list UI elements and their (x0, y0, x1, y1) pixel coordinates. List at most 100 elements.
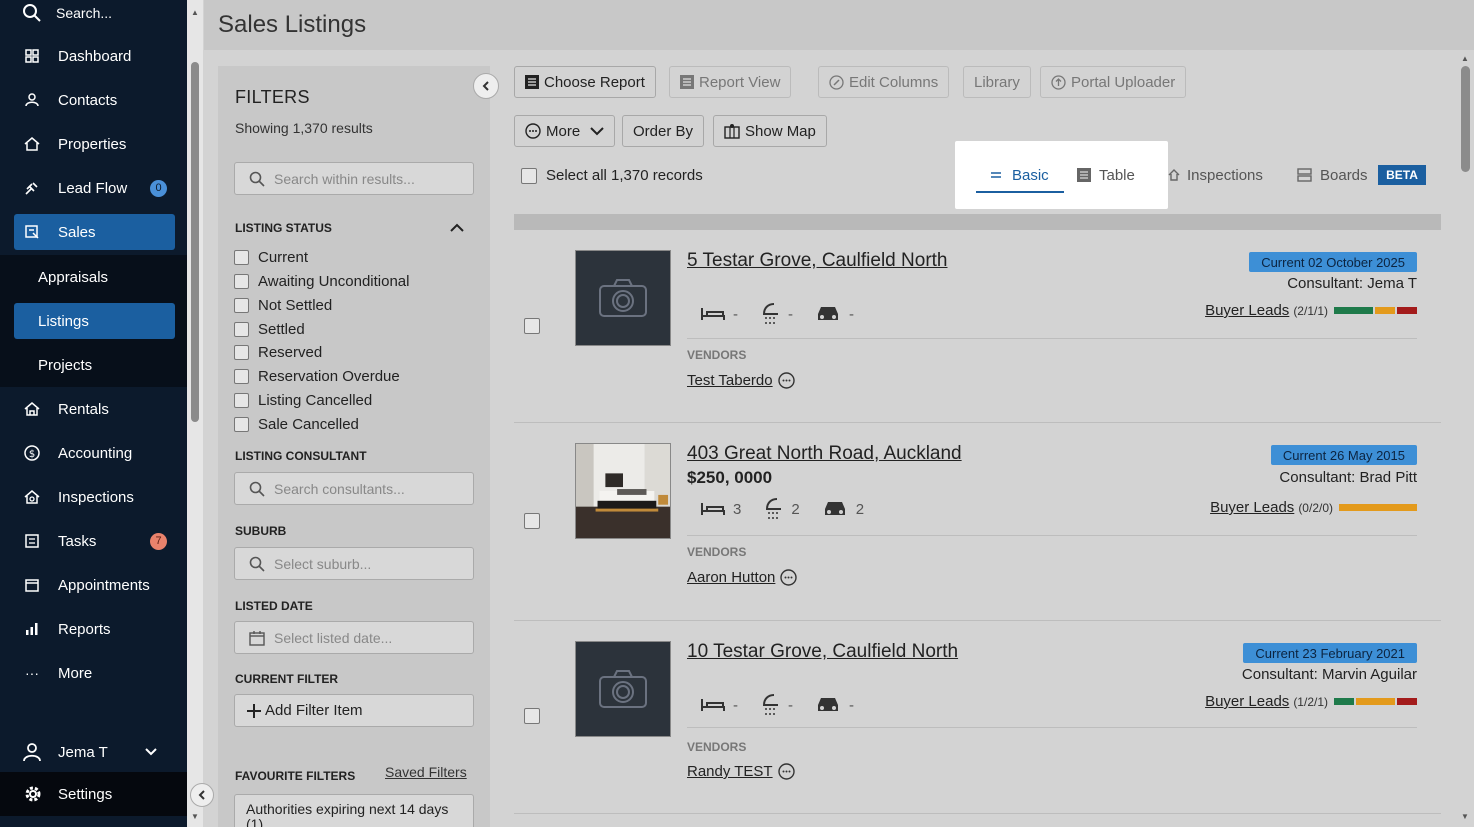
listing-address-link[interactable]: 5 Testar Grove, Caulfield North (687, 250, 948, 272)
scroll-up-arrow-icon[interactable]: ▲ (191, 8, 199, 17)
user-menu[interactable]: Jema T (0, 734, 187, 770)
nav-item-appointments[interactable]: Appointments (14, 567, 175, 603)
library-label: Library (974, 73, 1020, 91)
status-reserved[interactable]: Reserved (234, 344, 322, 361)
listing-card[interactable]: 10 Testar Grove, Caulfield North - - - V… (514, 621, 1441, 814)
listing-photo-placeholder[interactable] (575, 641, 671, 737)
view-switcher-highlight (955, 141, 1168, 209)
report-view-button[interactable]: Report View (669, 66, 792, 98)
listing-consultant-heading: LISTING CONSULTANT (235, 449, 367, 463)
add-filter-item-button[interactable]: Add Filter Item (234, 694, 474, 727)
saved-filters-link[interactable]: Saved Filters (385, 764, 467, 780)
show-map-button[interactable]: Show Map (713, 115, 827, 147)
listing-checkbox[interactable] (524, 708, 540, 724)
status-awaiting-unconditional[interactable]: Awaiting Unconditional (234, 273, 410, 290)
listing-card[interactable]: 5 Testar Grove, Caulfield North - - - VE… (514, 230, 1441, 423)
nav-item-more[interactable]: ··· More (14, 655, 175, 691)
scroll-down-arrow-icon[interactable]: ▼ (191, 812, 199, 821)
order-by-button[interactable]: Order By (622, 115, 705, 147)
checkbox[interactable] (234, 274, 249, 289)
settings-button[interactable]: Settings (0, 772, 187, 816)
checkbox[interactable] (234, 369, 249, 384)
nav-scrollbar-thumb[interactable] (191, 62, 199, 422)
buyer-leads[interactable]: Buyer Leads (1/2/1) (1205, 693, 1419, 710)
status-sale-cancelled[interactable]: Sale Cancelled (234, 416, 359, 433)
nav-sub-appraisals[interactable]: Appraisals (14, 259, 175, 295)
select-all-records[interactable]: Select all 1,370 records (521, 167, 703, 184)
checkbox[interactable] (234, 393, 249, 408)
ellipsis-circle-icon[interactable] (780, 569, 798, 586)
buyer-leads[interactable]: Buyer Leads (0/2/0) (1210, 499, 1419, 516)
baths-value: - (788, 696, 793, 714)
nav-search[interactable]: Search... (0, 0, 187, 26)
tab-basic[interactable]: Basic (990, 160, 1049, 190)
nav-collapse-button[interactable] (190, 783, 214, 807)
consultant-search-input[interactable]: Search consultants... (234, 472, 474, 505)
listed-date-picker[interactable]: Select listed date... (234, 621, 474, 654)
buyer-leads-link[interactable]: Buyer Leads (1205, 693, 1289, 710)
tab-boards[interactable]: Boards (1297, 160, 1368, 190)
more-dropdown[interactable]: More (514, 115, 616, 147)
tab-table[interactable]: Table (1077, 160, 1135, 190)
listing-checkbox[interactable] (524, 318, 540, 334)
nav-scrollbar[interactable]: ▲ ▼ (187, 0, 203, 827)
listing-photo[interactable] (575, 443, 671, 539)
checkbox[interactable] (234, 298, 249, 313)
status-current[interactable]: Current (234, 249, 308, 266)
buyer-leads[interactable]: Buyer Leads (2/1/1) (1205, 302, 1419, 319)
nav-item-accounting[interactable]: $ Accounting (14, 435, 175, 471)
select-all-checkbox[interactable] (521, 167, 537, 184)
status-not-settled[interactable]: Not Settled (234, 297, 332, 314)
library-button[interactable]: Library (963, 66, 1031, 98)
main-scrollbar[interactable]: ▲ ▼ (1457, 50, 1474, 827)
nav-item-lead-flow[interactable]: Lead Flow 0 (14, 170, 175, 206)
consultant-label: Consultant: Brad Pitt (1279, 469, 1417, 486)
choose-report-button[interactable]: Choose Report (514, 66, 656, 98)
nav-item-label: Accounting (58, 444, 133, 462)
nav-item-reports[interactable]: Reports (14, 611, 175, 647)
listing-card[interactable]: 403 Great North Road, Auckland $250, 000… (514, 423, 1441, 621)
listing-checkbox[interactable] (524, 513, 540, 529)
nav-sub-listings[interactable]: Listings (14, 303, 175, 339)
buyer-leads-link[interactable]: Buyer Leads (1205, 302, 1289, 319)
nav-sub-projects[interactable]: Projects (14, 347, 175, 383)
nav-item-contacts[interactable]: Contacts (14, 82, 175, 118)
listing-address-link[interactable]: 10 Testar Grove, Caulfield North (687, 641, 958, 663)
filters-collapse-button[interactable] (473, 73, 499, 99)
nav-item-properties[interactable]: Properties (14, 126, 175, 162)
edit-columns-button[interactable]: Edit Columns (818, 66, 950, 98)
chevron-up-icon[interactable] (450, 223, 464, 233)
checkbox[interactable] (234, 250, 249, 265)
status-reservation-overdue[interactable]: Reservation Overdue (234, 368, 400, 385)
checkbox[interactable] (234, 322, 249, 337)
suburb-select[interactable]: Select suburb... (234, 547, 474, 580)
nav-item-inspections[interactable]: Inspections (14, 479, 175, 515)
favourite-filter-item[interactable]: Authorities expiring next 14 days (1) (234, 794, 474, 827)
nav-item-sales[interactable]: Sales (14, 214, 175, 250)
search-results-input[interactable]: Search within results... (234, 162, 474, 195)
vendors-label: VENDORS (687, 348, 747, 362)
listing-photo-placeholder[interactable] (575, 250, 671, 346)
checkbox[interactable] (234, 417, 249, 432)
scroll-down-arrow-icon[interactable]: ▼ (1461, 812, 1469, 821)
status-listing-cancelled[interactable]: Listing Cancelled (234, 392, 372, 409)
scroll-up-arrow-icon[interactable]: ▲ (1461, 54, 1469, 63)
nav-item-tasks[interactable]: Tasks 7 (14, 523, 175, 559)
sales-icon (22, 222, 42, 242)
ellipsis-circle-icon[interactable] (777, 372, 795, 389)
listed-date-placeholder: Select listed date... (274, 629, 393, 646)
vendor-link[interactable]: Aaron Hutton (687, 569, 798, 586)
vendor-link[interactable]: Randy TEST (687, 763, 795, 780)
vendor-link[interactable]: Test Taberdo (687, 372, 795, 389)
checkbox[interactable] (234, 345, 249, 360)
listing-address-link[interactable]: 403 Great North Road, Auckland (687, 443, 962, 465)
nav-item-dashboard[interactable]: Dashboard (14, 38, 175, 74)
status-settled[interactable]: Settled (234, 321, 305, 338)
ellipsis-circle-icon[interactable] (777, 763, 795, 780)
portal-uploader-button[interactable]: Portal Uploader (1040, 66, 1187, 98)
tab-inspections[interactable]: Inspections (1168, 160, 1263, 190)
main-scrollbar-thumb[interactable] (1461, 66, 1470, 172)
status-label: Current (258, 249, 309, 266)
nav-item-rentals[interactable]: Rentals (14, 391, 175, 427)
buyer-leads-link[interactable]: Buyer Leads (1210, 499, 1294, 516)
